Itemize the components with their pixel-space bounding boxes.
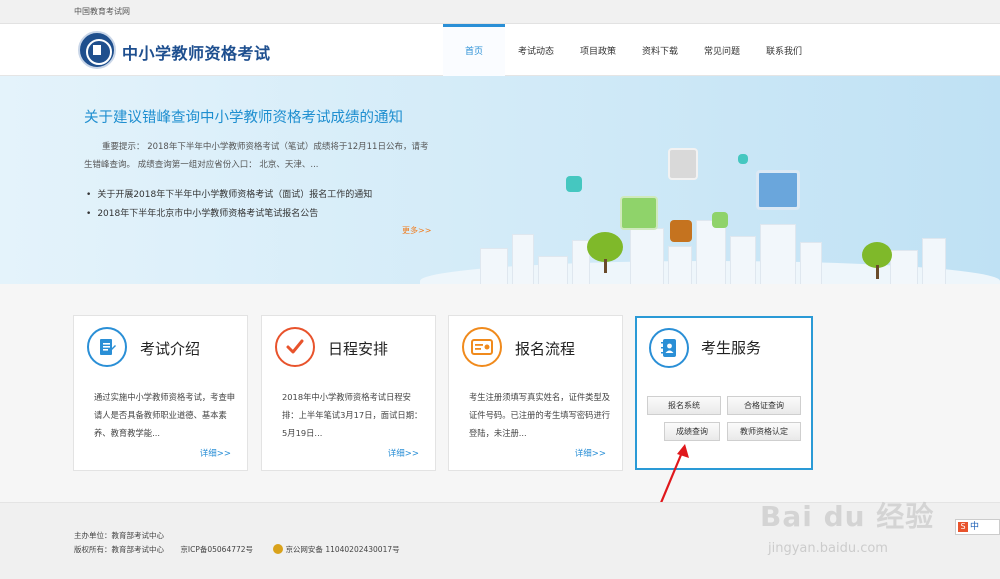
banner: 关于建议错峰查询中小学教师资格考试成绩的通知 重要提示： 2018年下半年中小学… xyxy=(0,76,1000,284)
news-item[interactable]: 关于开展2018年下半年中小学教师资格考试（面试）报名工作的通知 xyxy=(86,186,372,205)
footer-police[interactable]: 京公网安备 11040202430017号 xyxy=(285,545,399,554)
city-skyline-decoration xyxy=(420,216,1000,284)
checkmark-icon xyxy=(275,327,315,367)
site-logo-icon[interactable] xyxy=(78,31,116,69)
nav-item-contact[interactable]: 联系我们 xyxy=(753,24,815,76)
police-badge-icon xyxy=(273,544,284,554)
footer-police-row: 京公网安备 11040202430017号 xyxy=(273,544,400,554)
ime-toolbar[interactable]: S中 xyxy=(955,519,1000,535)
nav-item-downloads[interactable]: 资料下载 xyxy=(629,24,691,76)
footer-organizer: 主办单位：教育部考试中心 xyxy=(74,531,164,540)
registration-system-button[interactable]: 报名系统 xyxy=(647,396,721,415)
card-registration-process[interactable]: 报名流程 考生注册须填写真实姓名，证件类型及证件号码。已注册的考生填写密码进行登… xyxy=(448,315,623,471)
news-item[interactable]: 2018年下半年北京市中小学教师资格考试笔试报名公告 xyxy=(86,205,372,224)
card-title[interactable]: 报名流程 xyxy=(515,338,575,359)
detail-link[interactable]: 详细>> xyxy=(388,447,419,459)
card-title[interactable]: 考试介绍 xyxy=(140,338,200,359)
id-card-icon xyxy=(462,327,502,367)
news-list: 关于开展2018年下半年中小学教师资格考试（面试）报名工作的通知 2018年下半… xyxy=(86,186,372,224)
header: 中小学教师资格考试 首页 考试动态 项目政策 资料下载 常见问题 联系我们 xyxy=(0,24,1000,76)
score-query-button[interactable]: 成绩查询 xyxy=(664,422,720,441)
top-bar: 中国教育考试网 xyxy=(0,0,1000,24)
card-exam-intro[interactable]: 考试介绍 通过实施中小学教师资格考试，考查申请人是否具备教师职业道德、基本素养、… xyxy=(73,315,248,471)
cube-decoration xyxy=(756,170,800,210)
main-nav: 首页 考试动态 项目政策 资料下载 常见问题 联系我们 xyxy=(443,24,815,76)
sogou-icon: S xyxy=(958,522,968,532)
top-bar-text[interactable]: 中国教育考试网 xyxy=(74,6,130,17)
cube-decoration xyxy=(738,154,748,164)
card-text: 通过实施中小学教师资格考试，考查申请人是否具备教师职业道德、基本素养、教育教学能… xyxy=(94,392,236,438)
card-schedule[interactable]: 日程安排 2018年中小学教师资格考试日程安排：上半年笔试3月17日，面试日期：… xyxy=(261,315,436,471)
card-text: 2018年中小学教师资格考试日程安排：上半年笔试3月17日，面试日期：5月19日… xyxy=(282,392,423,438)
footer-icp[interactable]: 京ICP备05064772号 xyxy=(180,545,253,554)
baidu-watermark-url: jingyan.baidu.com xyxy=(768,541,888,556)
detail-link[interactable]: 详细>> xyxy=(575,447,606,459)
nav-item-policy[interactable]: 项目政策 xyxy=(567,24,629,76)
site-title[interactable]: 中小学教师资格考试 xyxy=(122,40,271,64)
nav-item-home[interactable]: 首页 xyxy=(443,24,505,76)
nav-item-exam-news[interactable]: 考试动态 xyxy=(505,24,567,76)
footer-copyright-row: 版权所有：教育部考试中心 京ICP备05064772号 京公网安备 110402… xyxy=(74,544,400,555)
certificate-query-button[interactable]: 合格证查询 xyxy=(727,396,801,415)
card-title[interactable]: 考生服务 xyxy=(701,337,761,358)
footer-copyright: 版权所有：教育部考试中心 xyxy=(74,545,164,554)
banner-title[interactable]: 关于建议错峰查询中小学教师资格考试成绩的通知 xyxy=(84,106,403,127)
ime-mode-label: 中 xyxy=(970,522,980,532)
detail-link[interactable]: 详细>> xyxy=(200,447,231,459)
address-book-icon xyxy=(649,328,689,368)
card-text: 考生注册须填写真实姓名，证件类型及证件号码。已注册的考生填写密码进行登陆，未注册… xyxy=(469,392,611,438)
tree-decoration xyxy=(587,232,623,262)
baidu-watermark: Bai du 经验 xyxy=(760,500,935,533)
teacher-qualification-button[interactable]: 教师资格认定 xyxy=(727,422,801,441)
cube-decoration xyxy=(712,212,728,228)
cube-decoration xyxy=(566,176,582,192)
cube-decoration xyxy=(620,196,658,230)
document-icon xyxy=(87,327,127,367)
content-area: 考试介绍 通过实施中小学教师资格考试，考查申请人是否具备教师职业道德、基本素养、… xyxy=(0,284,1000,502)
cube-decoration xyxy=(670,220,692,242)
nav-item-faq[interactable]: 常见问题 xyxy=(691,24,753,76)
banner-text: 重要提示： 2018年下半年中小学教师资格考试（笔试）成绩将于12月11日公布，… xyxy=(84,142,429,170)
card-title[interactable]: 日程安排 xyxy=(328,338,388,359)
cube-decoration xyxy=(668,148,698,180)
